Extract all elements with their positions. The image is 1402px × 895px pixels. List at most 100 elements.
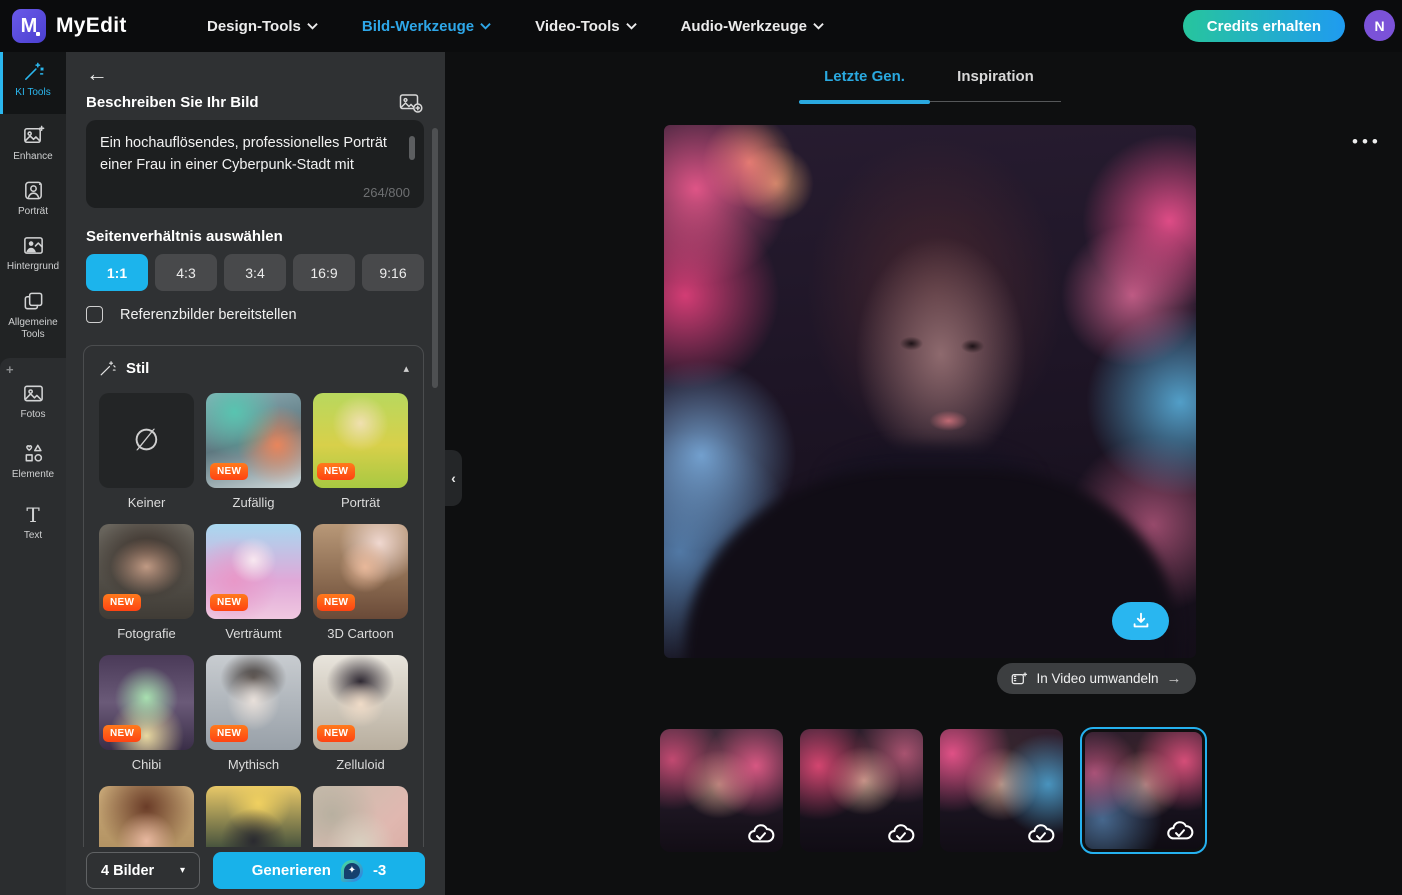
image-icon [23,385,43,402]
sidebar-item-ki-tools[interactable]: KI Tools [0,60,66,99]
sidebar-item-allgemeine-tools[interactable]: Allgemeine Tools [0,290,66,340]
style-grid: ∅ Keiner NEW Zufällig NEW Porträt NEW Fo… [84,388,423,894]
tab-inspiration[interactable]: Inspiration [930,60,1061,102]
sidebar-item-fotos[interactable]: Fotos [0,382,66,421]
generation-thumbnails [660,727,1207,854]
sidebar-lower-section [0,358,66,895]
describe-label: Beschreiben Sie Ihr Bild [86,94,259,111]
style-thumbnail: NEW [206,655,301,750]
style-card-vertraeumt[interactable]: NEW Verträumt [206,524,301,655]
reference-label: Referenzbilder bereitstellen [120,306,297,323]
image-count-select[interactable]: 4 Bilder ▾ [86,852,200,889]
new-badge: NEW [210,594,249,611]
prompt-container: Ein hochauflösendes, professionelles Por… [86,120,424,208]
ratio-1-1[interactable]: 1:1 [86,254,148,291]
style-card-chibi[interactable]: NEW Chibi [99,655,194,786]
char-counter: 264/800 [363,185,410,200]
credits-button[interactable]: Credits erhalten [1182,10,1345,42]
ratio-16-9[interactable]: 16:9 [293,254,355,291]
generation-thumbnail-4[interactable] [1085,732,1202,849]
chevron-down-icon [625,23,637,30]
sidebar-item-text[interactable]: T Text [0,504,66,542]
cloud-saved-icon [886,821,916,845]
tab-letzte-gen[interactable]: Letzte Gen. [799,60,930,102]
style-card-fotografie[interactable]: NEW Fotografie [99,524,194,655]
style-thumbnail: NEW [313,524,408,619]
new-badge: NEW [317,594,356,611]
chevron-down-icon [813,23,824,30]
style-card-portraet[interactable]: NEW Porträt [313,393,408,524]
hero-jacket-shape [685,468,1175,658]
style-card-3d-cartoon[interactable]: NEW 3D Cartoon [313,524,408,655]
ratio-9-16[interactable]: 9:16 [362,254,424,291]
plus-icon[interactable]: + [6,362,14,377]
generation-thumbnail-4-selected[interactable] [1080,727,1207,854]
style-thumbnail: NEW [99,524,194,619]
convert-to-video-button[interactable]: In Video umwandeln → [997,663,1196,694]
prompt-input[interactable]: Ein hochauflösendes, professionelles Por… [86,120,424,186]
generate-button[interactable]: Generieren ✦ -3 [213,852,425,889]
generation-thumbnail-2[interactable] [800,729,923,852]
arrow-right-icon: → [1166,670,1182,687]
credit-icon: ✦ [340,859,363,882]
prompt-scrollbar[interactable] [409,136,415,160]
generator-panel: ← Beschreiben Sie Ihr Bild Ein hochauflö… [66,52,445,895]
text-icon: T [26,503,40,527]
tool-sidebar: + KI Tools Enhance Porträt Hintergrund A… [0,52,66,895]
ratio-section-label: Seitenverhältnis auswählen [86,228,283,245]
reference-checkbox[interactable] [86,306,103,323]
back-arrow-icon[interactable]: ← [86,62,112,88]
style-card-keiner[interactable]: ∅ Keiner [99,393,194,524]
app-logo[interactable]: M MyEdit [12,9,127,43]
style-thumbnail: NEW [99,655,194,750]
sidebar-item-enhance[interactable]: Enhance [0,124,66,163]
reference-images-row: Referenzbilder bereitstellen [86,306,297,323]
menu-video-tools[interactable]: Video-Tools [535,18,637,35]
generate-bar: 4 Bilder ▾ Generieren ✦ -3 [66,847,445,895]
ratio-options: 1:1 4:3 3:4 16:9 9:16 [86,254,424,291]
style-section-header[interactable]: Stil ▴ [84,346,423,388]
download-button[interactable] [1112,602,1169,640]
magic-wand-icon [24,62,44,80]
magic-wand-icon [100,361,116,376]
image-add-icon[interactable] [399,92,423,114]
credit-cost: -3 [372,862,387,879]
new-badge: NEW [210,463,249,480]
style-thumbnail: NEW [206,524,301,619]
generation-thumbnail-3[interactable] [940,729,1063,852]
style-thumbnail: NEW [206,393,301,488]
app-title: MyEdit [56,14,127,37]
portrait-frame-icon [24,181,42,200]
style-card-zelluloid[interactable]: NEW Zelluloid [313,655,408,786]
cloud-saved-icon [1026,821,1056,845]
style-card-mythisch[interactable]: NEW Mythisch [206,655,301,786]
cloud-saved-icon [1165,818,1195,842]
result-tabs: Letzte Gen. Inspiration [799,60,1061,104]
collapse-arrow-icon[interactable]: ▴ [403,362,409,375]
active-tab-indicator [799,99,930,104]
menu-bild-werkzeuge[interactable]: Bild-Werkzeuge [362,18,491,35]
chevron-down-icon [307,23,318,30]
sidebar-item-portraet[interactable]: Porträt [0,179,66,218]
panel-collapse-handle[interactable]: ‹ [445,450,462,506]
sidebar-item-hintergrund[interactable]: Hintergrund [0,234,66,273]
ratio-3-4[interactable]: 3:4 [224,254,286,291]
sidebar-item-elemente[interactable]: Elemente [0,442,66,481]
new-badge: NEW [103,594,142,611]
new-badge: NEW [317,725,356,742]
more-options-icon[interactable]: ••• [1352,132,1382,152]
panel-scrollbar[interactable] [432,128,438,388]
user-avatar[interactable]: N [1364,10,1395,41]
myedit-logo-icon: M [12,9,46,43]
menu-audio-werkzeuge[interactable]: Audio-Werkzeuge [681,18,824,35]
menu-design-tools[interactable]: Design-Tools [207,18,318,35]
style-card-zufaellig[interactable]: NEW Zufällig [206,393,301,524]
shapes-icon [25,444,42,462]
none-icon: ∅ [133,424,160,457]
style-section: Stil ▴ ∅ Keiner NEW Zufällig NEW Porträt… [83,345,424,895]
chevron-down-icon [480,23,491,30]
new-badge: NEW [317,463,356,480]
main-menu: Design-Tools Bild-Werkzeuge Video-Tools … [207,0,824,52]
generation-thumbnail-1[interactable] [660,729,783,852]
ratio-4-3[interactable]: 4:3 [155,254,217,291]
